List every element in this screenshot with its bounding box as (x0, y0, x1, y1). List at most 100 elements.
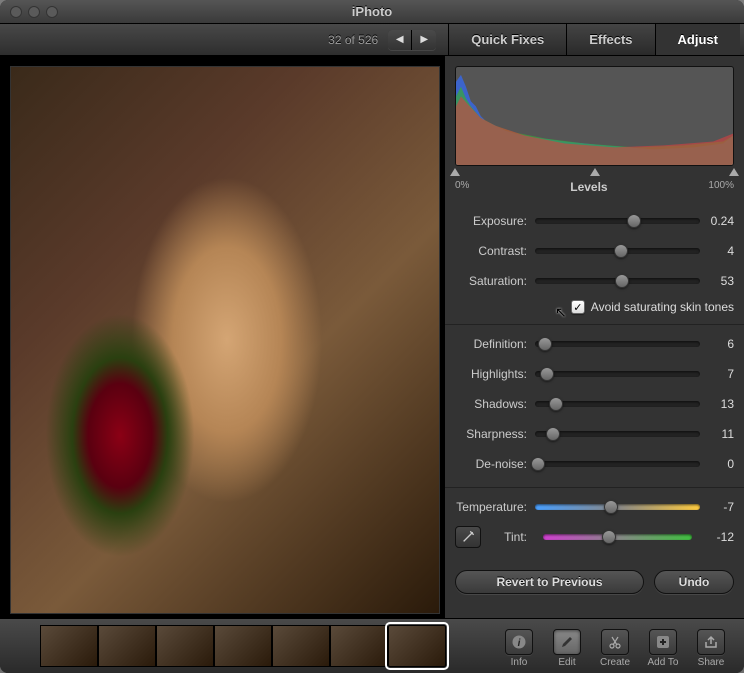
avoid-skin-tones-checkbox[interactable]: ✓ (571, 300, 585, 314)
sharpness-thumb[interactable] (546, 427, 560, 441)
highlights-value: 7 (700, 367, 734, 381)
window-controls (0, 6, 58, 18)
tint-label: Tint: (489, 530, 535, 544)
contrast-thumb[interactable] (614, 244, 628, 258)
exposure-thumb[interactable] (627, 214, 641, 228)
prev-photo-button[interactable]: ◀ (388, 30, 412, 50)
levels-title: Levels (570, 180, 607, 194)
denoise-value: 0 (700, 457, 734, 471)
levels-min-label: 0% (455, 180, 469, 194)
thumbnail[interactable] (214, 625, 272, 667)
tint-slider[interactable] (543, 534, 692, 540)
denoise-label: De-noise: (455, 457, 535, 471)
tab-adjust[interactable]: Adjust (655, 24, 740, 55)
levels-mid-point[interactable] (590, 168, 600, 176)
photo-canvas[interactable] (10, 66, 440, 614)
minimize-window-button[interactable] (28, 6, 40, 18)
definition-slider[interactable] (535, 341, 700, 347)
thumbnail[interactable] (272, 625, 330, 667)
thumbnail[interactable] (98, 625, 156, 667)
eyedropper-button[interactable] (455, 526, 481, 548)
temperature-value: -7 (700, 500, 734, 514)
group-color: Temperature: -7 Tint: -12 (445, 488, 744, 560)
tab-quick-fixes[interactable]: Quick Fixes (448, 24, 566, 55)
tint-value: -12 (700, 530, 734, 544)
eyedropper-icon (461, 530, 475, 544)
levels-max-label: 100% (708, 180, 734, 194)
levels-white-point[interactable] (729, 168, 739, 176)
sharpness-value: 11 (700, 427, 734, 441)
photo-viewer (0, 56, 444, 618)
row-temperature: Temperature: -7 (455, 492, 734, 522)
info-icon: i (511, 634, 527, 650)
main-area: 0% Levels 100% Exposure: 0.24 Contrast: … (0, 56, 744, 618)
exposure-slider[interactable] (535, 218, 700, 224)
create-button[interactable]: Create (592, 629, 638, 668)
avoid-skin-tones-label: Avoid saturating skin tones (591, 300, 734, 314)
photo-counter: 32 of 526 (328, 33, 378, 47)
edit-button[interactable]: Edit (544, 629, 590, 668)
tab-effects[interactable]: Effects (566, 24, 654, 55)
window-title: iPhoto (352, 4, 392, 19)
row-skin-tones: ✓ Avoid saturating skin tones ↖ (455, 296, 734, 316)
footer-actions: i Info Edit Create Add To Share (496, 625, 744, 668)
highlights-thumb[interactable] (540, 367, 554, 381)
adjust-panel: 0% Levels 100% Exposure: 0.24 Contrast: … (444, 56, 744, 618)
row-sharpness: Sharpness: 11 (455, 419, 734, 449)
row-highlights: Highlights: 7 (455, 359, 734, 389)
undo-button[interactable]: Undo (654, 570, 734, 594)
pencil-icon (559, 634, 575, 650)
zoom-window-button[interactable] (46, 6, 58, 18)
saturation-label: Saturation: (455, 274, 535, 288)
row-saturation: Saturation: 53 (455, 266, 734, 296)
thumbnail[interactable] (40, 625, 98, 667)
iphoto-window: iPhoto 32 of 526 ◀ ▶ Quick Fixes Effects… (0, 0, 744, 673)
thumbnail[interactable] (156, 625, 214, 667)
close-window-button[interactable] (10, 6, 22, 18)
nav-arrows: ◀ ▶ (388, 30, 436, 50)
denoise-slider[interactable] (535, 461, 700, 467)
shadows-slider[interactable] (535, 401, 700, 407)
thumbnail[interactable] (330, 625, 388, 667)
add-to-button[interactable]: Add To (640, 629, 686, 668)
sharpness-label: Sharpness: (455, 427, 535, 441)
saturation-slider[interactable] (535, 278, 700, 284)
row-definition: Definition: 6 (455, 329, 734, 359)
highlights-label: Highlights: (455, 367, 535, 381)
footer: i Info Edit Create Add To Share (0, 618, 744, 673)
info-button[interactable]: i Info (496, 629, 542, 668)
cursor-icon: ↖ (555, 304, 567, 321)
highlights-slider[interactable] (535, 371, 700, 377)
shadows-value: 13 (700, 397, 734, 411)
temperature-slider[interactable] (535, 504, 700, 510)
svg-text:i: i (518, 638, 521, 649)
titlebar: iPhoto (0, 0, 744, 24)
filmstrip (0, 619, 496, 673)
contrast-slider[interactable] (535, 248, 700, 254)
shadows-thumb[interactable] (549, 397, 563, 411)
share-button[interactable]: Share (688, 629, 734, 668)
shadows-label: Shadows: (455, 397, 535, 411)
histogram (455, 66, 734, 166)
tint-thumb[interactable] (602, 530, 616, 544)
scissors-icon (607, 634, 623, 650)
exposure-value: 0.24 (700, 214, 734, 228)
revert-button[interactable]: Revert to Previous (455, 570, 644, 594)
contrast-value: 4 (700, 244, 734, 258)
denoise-thumb[interactable] (531, 457, 545, 471)
panel-buttons: Revert to Previous Undo (445, 560, 744, 604)
next-photo-button[interactable]: ▶ (412, 30, 436, 50)
row-exposure: Exposure: 0.24 (455, 206, 734, 236)
thumbnail-selected[interactable] (388, 625, 446, 667)
definition-value: 6 (700, 337, 734, 351)
plus-icon (655, 634, 671, 650)
sharpness-slider[interactable] (535, 431, 700, 437)
histogram-graph (456, 67, 733, 165)
edit-tabs: Quick Fixes Effects Adjust (448, 24, 740, 55)
definition-thumb[interactable] (538, 337, 552, 351)
temperature-thumb[interactable] (604, 500, 618, 514)
share-icon (703, 634, 719, 650)
levels-black-point[interactable] (450, 168, 460, 176)
saturation-thumb[interactable] (615, 274, 629, 288)
group-light: Exposure: 0.24 Contrast: 4 Saturation: 5… (445, 202, 744, 325)
